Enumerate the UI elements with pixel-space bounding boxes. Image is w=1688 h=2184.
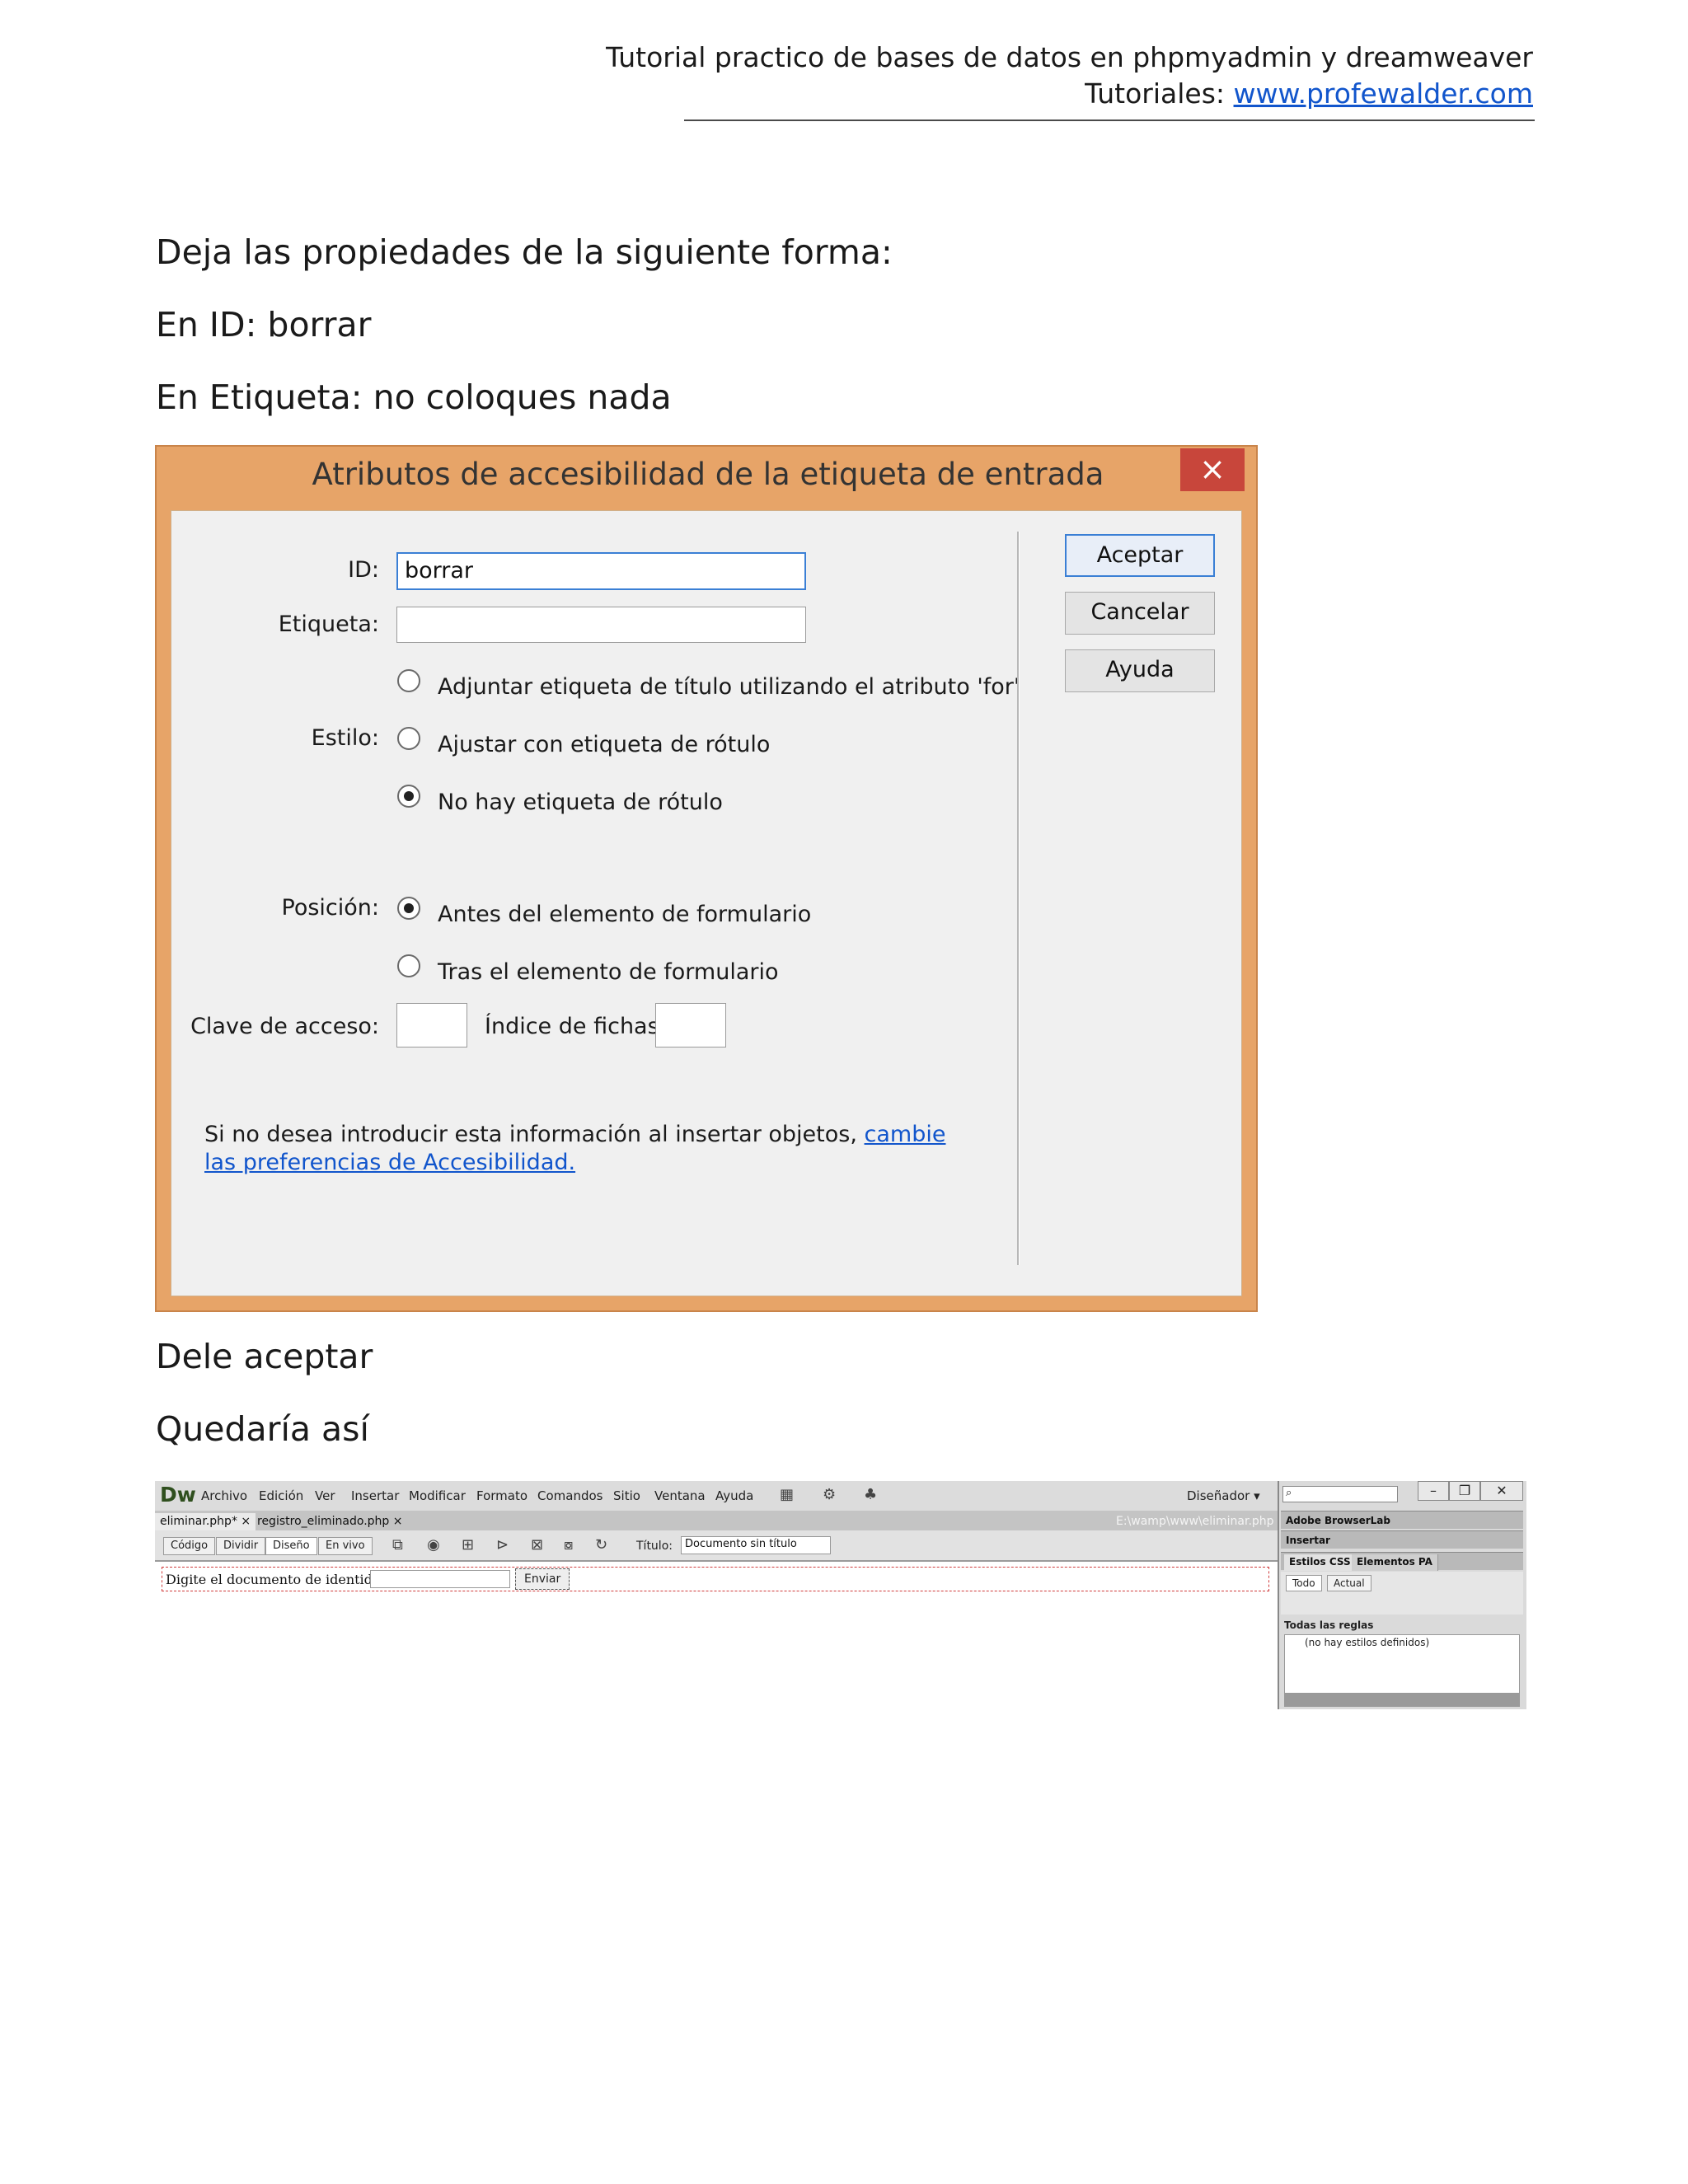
- dialog-title: Atributos de accesibilidad de la etiquet…: [312, 457, 1104, 492]
- panel-css-tabs: Estilos CSS Elementos PA: [1281, 1552, 1523, 1571]
- rules-header: Todas las reglas: [1284, 1619, 1374, 1631]
- tutorials-label: Tutoriales:: [1085, 77, 1226, 110]
- para-label-line: En Etiqueta: no coloques nada: [156, 377, 672, 417]
- search-input[interactable]: ⌕: [1282, 1486, 1398, 1502]
- clave-input[interactable]: [396, 1003, 467, 1047]
- radio-posicion-before[interactable]: [397, 897, 420, 920]
- validate-icon[interactable]: ⊠: [531, 1536, 543, 1554]
- debug-icon[interactable]: ⊞: [462, 1536, 474, 1554]
- para-intro: Deja las propiedades de la siguiente for…: [156, 232, 893, 272]
- design-form: Digite el documento de identidad: Enviar: [162, 1567, 1269, 1591]
- para-result-line: Quedaría así: [156, 1409, 369, 1449]
- dw-side-panel: ⌕ – ❐ ✕ Adobe BrowserLab Insertar Estilo…: [1278, 1481, 1526, 1709]
- menu-insertar[interactable]: Insertar: [351, 1488, 399, 1503]
- form-label: Digite el documento de identidad:: [166, 1572, 394, 1587]
- tab-eliminar[interactable]: eliminar.php* ×: [155, 1513, 256, 1530]
- tutorials-link[interactable]: www.profewalder.com: [1234, 77, 1533, 110]
- dreamweaver-window: Dw Archivo Edición Ver Insertar Modifica…: [155, 1481, 1526, 1709]
- menu-archivo[interactable]: Archivo: [201, 1488, 247, 1503]
- radio-estilo-wrap[interactable]: [397, 727, 420, 750]
- etiqueta-label: Etiqueta:: [278, 612, 379, 637]
- title-label: Título:: [636, 1540, 673, 1553]
- menu-formato[interactable]: Formato: [476, 1488, 528, 1503]
- dw-document-tabs: eliminar.php* × registro_eliminado.php ×…: [155, 1511, 1289, 1530]
- menu-sitio[interactable]: Sitio: [613, 1488, 640, 1503]
- panel-scrollbar[interactable]: [1284, 1694, 1520, 1707]
- option-estilo-for: Adjuntar etiqueta de título utilizando e…: [438, 674, 1020, 700]
- workspace-switcher[interactable]: Diseñador ▾: [1187, 1488, 1260, 1503]
- all-button[interactable]: Todo: [1286, 1575, 1322, 1591]
- para-accept-line: Dele aceptar: [156, 1337, 373, 1376]
- indice-label: Índice de fichas:: [485, 1014, 667, 1039]
- tab-ap-elements[interactable]: Elementos PA: [1352, 1554, 1438, 1571]
- compatibility-icon[interactable]: ⧇: [564, 1536, 573, 1554]
- option-posicion-after: Tras el elemento de formulario: [438, 959, 779, 985]
- preview-icon[interactable]: ◉: [427, 1536, 440, 1554]
- accept-button[interactable]: Aceptar: [1065, 534, 1215, 577]
- submit-button[interactable]: Enviar: [515, 1568, 570, 1590]
- refresh-icon[interactable]: ↻: [595, 1536, 607, 1554]
- tab-css-styles[interactable]: Estilos CSS: [1284, 1554, 1357, 1571]
- accessibility-note: Si no desea introducir esta información …: [204, 1121, 946, 1177]
- menu-comandos[interactable]: Comandos: [537, 1488, 603, 1503]
- view-code-button[interactable]: Código: [163, 1537, 216, 1555]
- layout-icon[interactable]: ▦: [780, 1486, 794, 1503]
- menu-ayuda[interactable]: Ayuda: [715, 1488, 753, 1503]
- visual-aids-icon[interactable]: ⊳: [496, 1536, 509, 1554]
- dw-document-toolbar: Código Dividir Diseño En vivo ⧉ ◉ ⊞ ⊳ ⊠ …: [155, 1530, 1289, 1562]
- posicion-label: Posición:: [281, 895, 379, 921]
- document-title-input[interactable]: Documento sin título: [681, 1536, 831, 1554]
- close-window-icon[interactable]: ✕: [1480, 1481, 1523, 1501]
- doc-header-title: Tutorial practico de bases de datos en p…: [606, 41, 1533, 73]
- css-mode-bar: Todo Actual: [1281, 1572, 1523, 1615]
- estilo-label: Estilo:: [311, 725, 379, 751]
- etiqueta-input[interactable]: [396, 607, 806, 643]
- view-live-button[interactable]: En vivo: [318, 1537, 373, 1555]
- doc-header-tutorials: Tutoriales: www.profewalder.com: [1085, 77, 1533, 110]
- multiscreen-icon[interactable]: ⧉: [392, 1536, 403, 1554]
- rules-list: (no hay estilos definidos): [1284, 1634, 1520, 1694]
- radio-posicion-after[interactable]: [397, 954, 420, 977]
- option-posicion-before: Antes del elemento de formulario: [438, 902, 812, 927]
- id-label: ID:: [348, 557, 379, 583]
- dw-menubar: Dw Archivo Edición Ver Insertar Modifica…: [155, 1481, 1289, 1511]
- site-icon[interactable]: ♣: [864, 1486, 877, 1503]
- option-estilo-none: No hay etiqueta de rótulo: [438, 790, 723, 815]
- cancel-button[interactable]: Cancelar: [1065, 592, 1215, 635]
- header-divider: [684, 120, 1535, 121]
- current-button[interactable]: Actual: [1327, 1575, 1372, 1591]
- minimize-icon[interactable]: –: [1418, 1481, 1449, 1501]
- view-split-button[interactable]: Dividir: [216, 1537, 266, 1555]
- tab-registro-eliminado[interactable]: registro_eliminado.php ×: [252, 1513, 408, 1530]
- panel-insertar[interactable]: Insertar: [1281, 1530, 1523, 1549]
- document-path: E:\wamp\www\eliminar.php: [1116, 1515, 1274, 1528]
- menu-edicion[interactable]: Edición: [259, 1488, 303, 1503]
- menu-modificar[interactable]: Modificar: [409, 1488, 466, 1503]
- clave-label: Clave de acceso:: [190, 1014, 379, 1039]
- help-button[interactable]: Ayuda: [1065, 649, 1215, 692]
- gear-icon[interactable]: ⚙: [823, 1486, 836, 1503]
- dw-logo: Dw: [160, 1483, 196, 1507]
- close-icon[interactable]: ×: [1180, 448, 1245, 491]
- dialog-divider: [1017, 532, 1020, 1265]
- id-input[interactable]: borrar: [396, 552, 806, 590]
- note-text: Si no desea introducir esta información …: [204, 1122, 857, 1147]
- menu-ver[interactable]: Ver: [315, 1488, 335, 1503]
- view-design-button[interactable]: Diseño: [265, 1537, 317, 1555]
- menu-ventana[interactable]: Ventana: [654, 1488, 706, 1503]
- indice-input[interactable]: [655, 1003, 726, 1047]
- radio-estilo-for[interactable]: [397, 669, 420, 692]
- restore-icon[interactable]: ❐: [1449, 1481, 1480, 1501]
- panel-browserlab[interactable]: Adobe BrowserLab: [1281, 1511, 1523, 1529]
- form-text-input[interactable]: [370, 1570, 510, 1588]
- para-id-line: En ID: borrar: [156, 305, 372, 344]
- radio-estilo-none[interactable]: [397, 785, 420, 808]
- option-estilo-wrap: Ajustar con etiqueta de rótulo: [438, 732, 771, 757]
